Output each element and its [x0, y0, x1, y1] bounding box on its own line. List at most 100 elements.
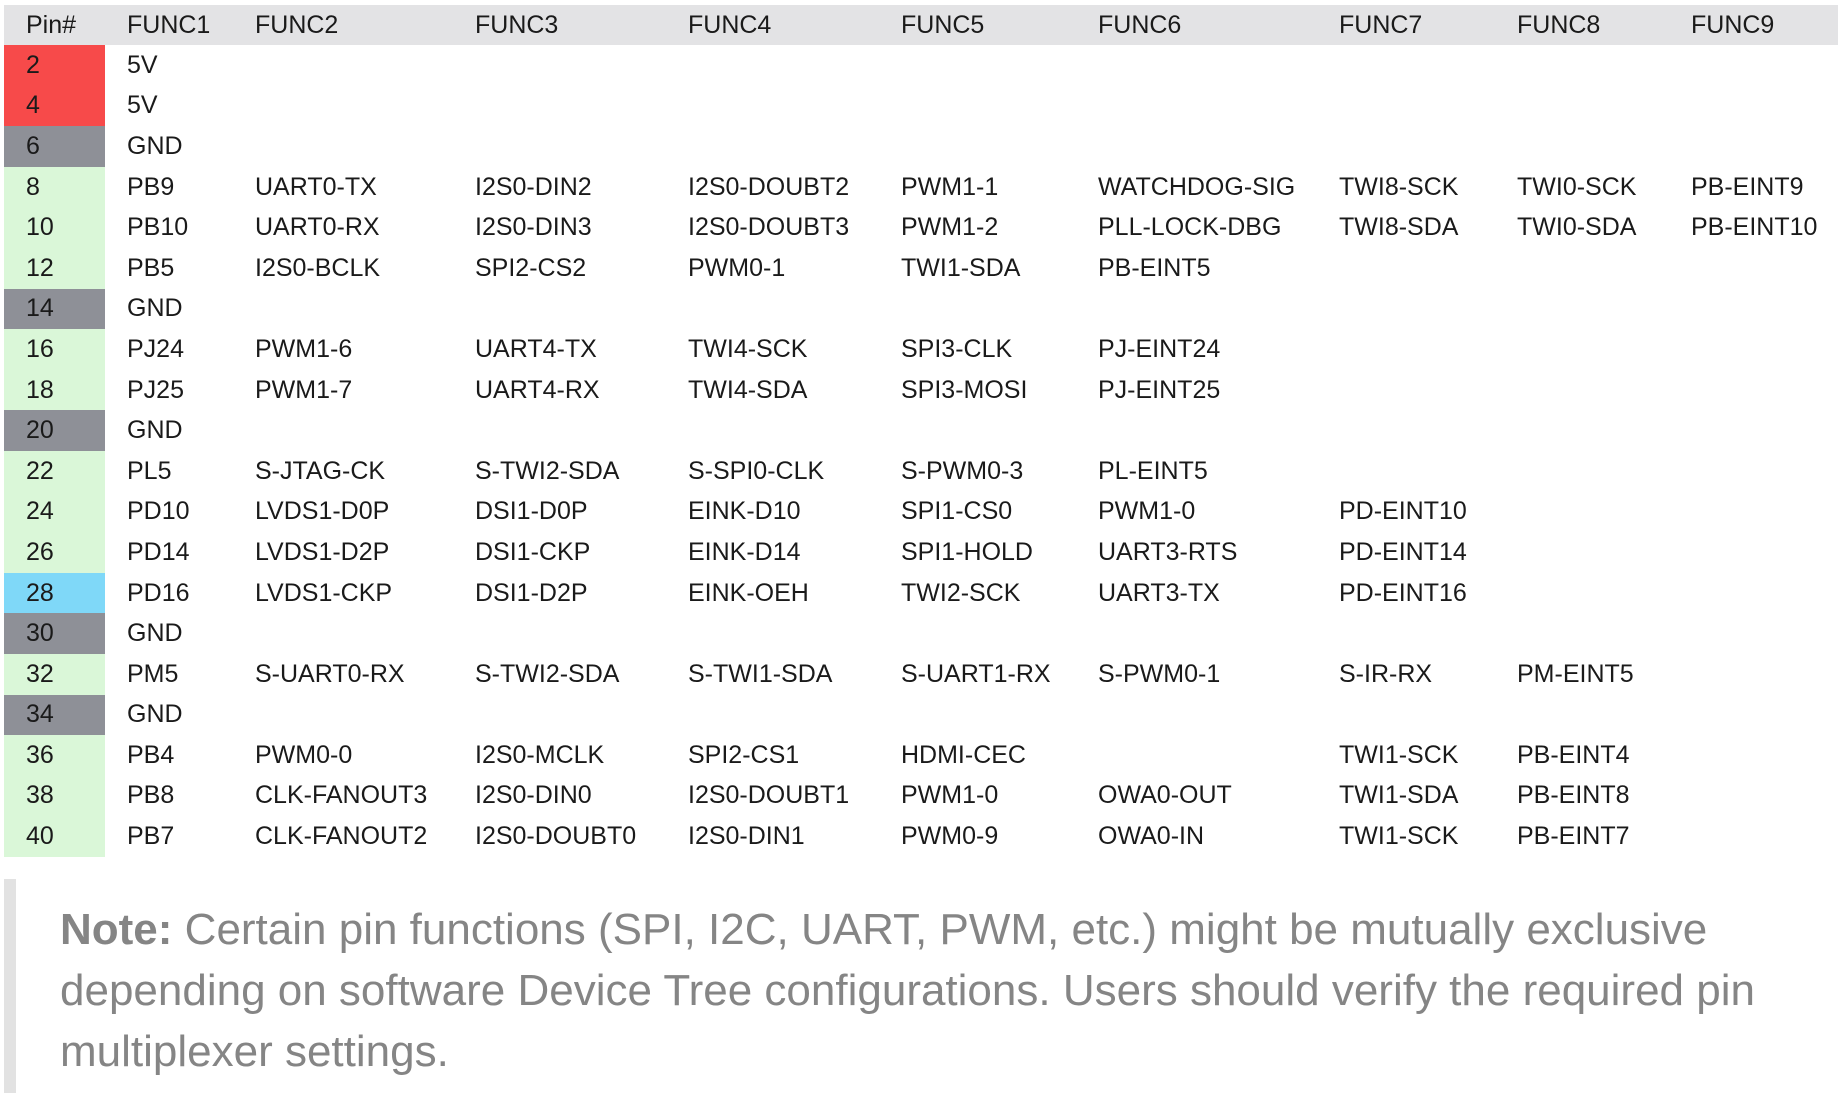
- function-cell: [1076, 735, 1317, 776]
- function-cell: [1495, 248, 1669, 289]
- function-cell: [1495, 532, 1669, 573]
- function-cell: I2S0-DIN1: [688, 822, 805, 851]
- function-cell: TWI4-SCK: [688, 334, 808, 363]
- function-cell: [453, 695, 666, 736]
- table-row: 18 PJ25 PWM1-7 UART4-RX TWI4-SDA SPI3-MOSI PJ-…: [4, 369, 1838, 411]
- function-cell: S-TWI2-SDA: [475, 659, 620, 688]
- pin-number-cell: 40: [4, 816, 105, 857]
- function-cell: [1669, 654, 1838, 695]
- function-cell: PB4: [127, 740, 175, 769]
- table-row: 26 PD14 LVDS1-D2P DSI1-CKP EINK-D14 SPI1-HOLD…: [4, 532, 1838, 573]
- pin-number-cell: 6: [4, 126, 105, 167]
- note-label: Note:: [60, 905, 173, 954]
- function-cell: PL-EINT5: [1098, 456, 1208, 485]
- function-cell: [233, 613, 453, 654]
- function-cell: PWM0-0: [255, 740, 353, 769]
- function-cell: [1495, 695, 1669, 736]
- function-cell: [1669, 695, 1838, 736]
- table-row: 38 PB8 CLK-FANOUT3 I2S0-DIN0 I2S0-DOUBT1 PWM1…: [4, 775, 1838, 817]
- function-cell: [1669, 776, 1838, 817]
- function-cell: PM5: [127, 659, 179, 688]
- header-cell: FUNC6: [1098, 10, 1182, 39]
- function-cell: DSI1-D0P: [475, 497, 588, 526]
- function-cell: SPI1-HOLD: [901, 537, 1033, 566]
- function-cell: PWM1-0: [1098, 497, 1196, 526]
- function-cell: [453, 86, 666, 127]
- function-cell: PB7: [127, 822, 175, 851]
- function-cell: PJ24: [127, 334, 184, 363]
- function-cell: LVDS1-D2P: [255, 537, 390, 566]
- function-cell: TWI8-SDA: [1339, 213, 1459, 242]
- function-cell: LVDS1-CKP: [255, 578, 393, 607]
- table-row: 2 5V: [4, 45, 1838, 86]
- function-cell: [666, 126, 879, 167]
- function-cell: [1076, 126, 1317, 167]
- function-cell: [1076, 86, 1317, 127]
- table-row: 16 PJ24 PWM1-6 UART4-TX TWI4-SCK SPI3-CLK PJ-E…: [4, 329, 1838, 370]
- table-row: 30 GND: [4, 613, 1838, 654]
- function-cell: [1317, 695, 1495, 736]
- function-cell: S-UART1-RX: [901, 659, 1051, 688]
- function-cell: [1317, 410, 1495, 451]
- function-cell: TWI1-SCK: [1339, 822, 1459, 851]
- table-row: 12 PB5 I2S0-BCLK SPI2-CS2 PWM0-1 TWI1-SDA PB-E…: [4, 247, 1838, 289]
- function-cell: TWI0-SDA: [1517, 213, 1637, 242]
- function-cell: OWA0-IN: [1098, 822, 1205, 851]
- function-cell: [666, 613, 879, 654]
- function-cell: [233, 45, 453, 86]
- function-cell: I2S0-DIN0: [475, 781, 592, 810]
- function-cell: 5V: [127, 91, 158, 120]
- pin-number-cell: 16: [4, 329, 105, 370]
- function-cell: PB-EINT7: [1517, 822, 1630, 851]
- function-cell: PB-EINT10: [1691, 213, 1818, 242]
- function-cell: [1669, 329, 1838, 370]
- header-cell: FUNC5: [901, 10, 985, 39]
- function-cell: [453, 126, 666, 167]
- function-cell: [233, 86, 453, 127]
- table-row: 32 PM5 S-UART0-RX S-TWI2-SDA S-TWI1-SDA S-UAR…: [4, 653, 1838, 695]
- function-cell: EINK-D14: [688, 537, 801, 566]
- function-cell: UART4-RX: [475, 375, 600, 404]
- function-cell: SPI3-CLK: [901, 334, 1013, 363]
- function-cell: WATCHDOG-SIG: [1098, 172, 1296, 201]
- function-cell: [666, 695, 879, 736]
- function-cell: [1317, 329, 1495, 370]
- table-row: 24 PD10 LVDS1-D0P DSI1-D0P EINK-D10 SPI1-CS0 P…: [4, 491, 1838, 533]
- function-cell: [1495, 492, 1669, 533]
- function-cell: UART3-RTS: [1098, 537, 1238, 566]
- function-cell: [1669, 289, 1838, 330]
- note-callout: Note: Certain pin functions (SPI, I2C, U…: [4, 879, 1838, 1093]
- header-cell: FUNC1: [127, 10, 211, 39]
- function-cell: EINK-D10: [688, 497, 801, 526]
- function-cell: PL5: [127, 456, 172, 485]
- function-cell: [233, 695, 453, 736]
- table-body: 2 5V 4 5V 6 GND 8 PB9 UART0-TX I2S0-DIN2 I2S0-DOUB…: [4, 45, 1838, 857]
- function-cell: TWI1-SCK: [1339, 740, 1459, 769]
- function-cell: [879, 410, 1076, 451]
- function-cell: PD10: [127, 497, 190, 526]
- function-cell: 5V: [127, 50, 158, 79]
- function-cell: PD14: [127, 537, 190, 566]
- function-cell: [1076, 613, 1317, 654]
- function-cell: GND: [127, 294, 183, 323]
- function-cell: PWM0-1: [688, 253, 786, 282]
- function-cell: [1495, 410, 1669, 451]
- table-row: 34 GND: [4, 694, 1838, 736]
- document-page: Pin# FUNC1 FUNC2 FUNC3 FUNC4 FUNC5 FUNC6…: [0, 0, 1842, 1095]
- pin-number-cell: 8: [4, 166, 105, 208]
- function-cell: PWM1-1: [901, 172, 999, 201]
- function-cell: SPI2-CS2: [475, 253, 587, 282]
- function-cell: [879, 695, 1076, 736]
- function-cell: LVDS1-D0P: [255, 497, 390, 526]
- function-cell: PJ-EINT24: [1098, 334, 1221, 363]
- function-cell: [1076, 410, 1317, 451]
- header-cell: FUNC2: [255, 10, 339, 39]
- function-cell: [1669, 451, 1838, 492]
- function-cell: S-SPI0-CLK: [688, 456, 825, 485]
- function-cell: TWI0-SCK: [1517, 172, 1637, 201]
- function-cell: [879, 86, 1076, 127]
- pin-number-cell: 24: [4, 491, 105, 533]
- pin-number-cell: 14: [4, 288, 105, 330]
- function-cell: [233, 410, 453, 451]
- function-cell: PLL-LOCK-DBG: [1098, 213, 1282, 242]
